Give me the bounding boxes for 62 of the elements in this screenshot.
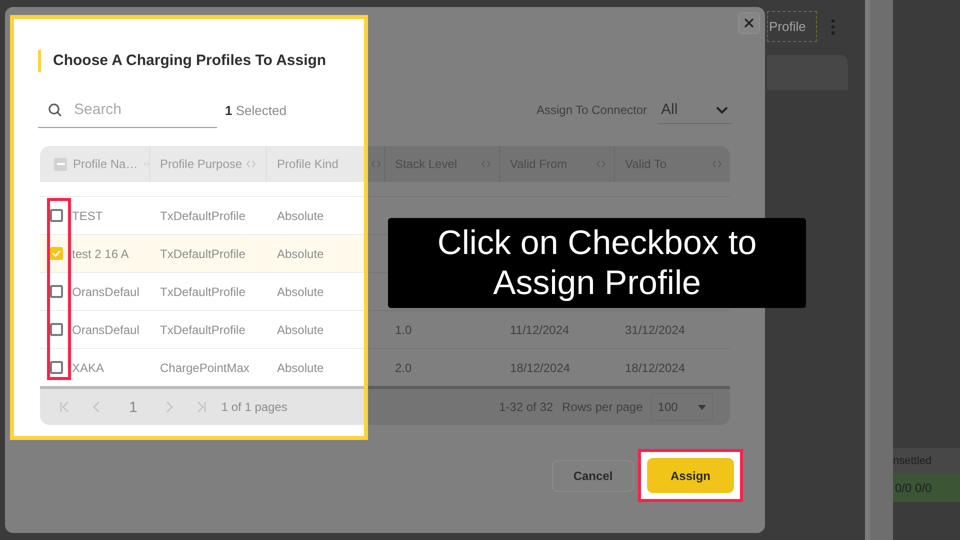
table-cell: Absolute [277,360,324,374]
status-cell: 0/0 0/0 [893,474,960,502]
column-label: Profile Purpose [160,157,242,171]
sort-icon[interactable] [481,160,491,168]
rows-per-page-dropdown[interactable]: 100 [650,393,713,421]
table-cell: 2.0 [395,360,412,374]
caption-text: Click on Checkbox to Assign Profile [388,218,806,308]
table-cell: OransDefaul [72,284,140,298]
table-cell: TxDefaultProfile [160,322,246,336]
page-number[interactable]: 1 [129,398,138,416]
search-field[interactable]: Search [38,92,217,128]
table-cell: 31/12/2024 [625,322,686,336]
row-checkbox[interactable] [50,209,63,222]
row-checkbox[interactable] [50,361,63,374]
profile-button[interactable]: Profile [767,11,817,42]
column-header[interactable]: Profile Na… [40,146,150,182]
table-cell: OransDefaul [72,322,140,336]
sort-icon[interactable] [371,160,381,168]
close-icon [744,18,754,28]
sort-icon[interactable] [596,160,606,168]
table-cell: ChargePointMax [160,360,250,374]
caret-icon [698,404,706,410]
table-cell: TxDefaultProfile [160,246,246,260]
first-page-icon[interactable] [59,401,71,413]
row-checkbox[interactable] [50,285,63,298]
cancel-button[interactable]: Cancel [552,460,634,492]
table-cell: XAKA [72,360,104,374]
table-cell: Absolute [277,284,324,298]
table-cell: 11/12/2024 [510,322,570,336]
chevron-down-icon [716,106,728,114]
minus-icon [56,163,64,165]
table-cell: 1.0 [395,322,412,336]
search-icon [48,103,62,117]
connector-dropdown[interactable]: All [657,96,732,124]
row-checkbox[interactable] [50,247,63,260]
column-header[interactable]: Profile Kind [267,146,364,182]
table-cell: 18/12/2024 [625,360,686,374]
last-page-icon[interactable] [195,401,208,413]
column-label: Profile Kind [277,157,338,171]
table-cell: Absolute [277,322,324,336]
table-cell: TxDefaultProfile [160,208,246,222]
column-label: Profile Na… [73,157,138,171]
close-button[interactable] [738,12,760,34]
select-all-checkbox[interactable] [54,158,67,170]
assign-button[interactable]: Assign [647,458,734,493]
sort-icon[interactable] [246,160,256,168]
row-checkbox[interactable] [50,323,63,336]
table-cell: Absolute [277,208,324,222]
table-cell: test 2 16 A [72,246,129,260]
sort-icon[interactable] [712,160,722,168]
sort-icon[interactable] [144,160,149,168]
table-cell: TxDefaultProfile [160,284,246,298]
title-marker [38,50,41,72]
dialog-title: Choose A Charging Profiles To Assign [53,52,326,69]
connector-label: Assign To Connector [536,103,647,117]
table-cell: TEST [72,208,103,222]
table-cell: Absolute [277,246,324,260]
check-icon [52,250,61,257]
selected-count: 1 Selected [225,102,286,118]
page-count: 1 of 1 pages [221,400,288,414]
table-cell: 18/12/2024 [510,360,570,374]
column-header[interactable]: Profile Purpose [150,146,267,182]
